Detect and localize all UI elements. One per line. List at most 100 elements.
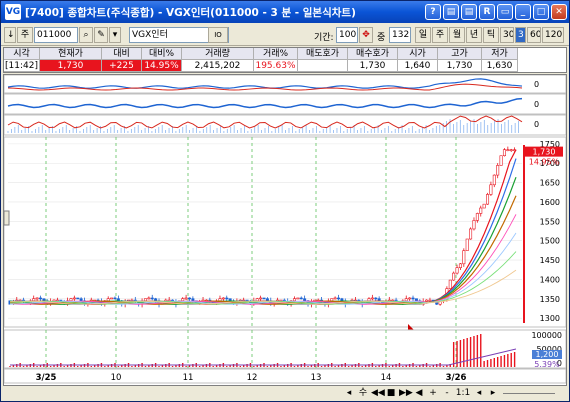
down-arrow-button[interactable]: ↓ xyxy=(4,27,16,43)
quote-value-current-price: 1,730 xyxy=(40,60,102,72)
quote-header-open: 시가 xyxy=(398,48,438,60)
search-icon[interactable]: ⌕ xyxy=(79,27,93,43)
candle-body xyxy=(69,298,73,302)
memo-icon[interactable]: ✎ xyxy=(94,27,108,43)
candle-body xyxy=(486,194,490,205)
period-input[interactable]: 1001 xyxy=(336,27,358,43)
number-toggle-button[interactable]: 수 xyxy=(357,388,369,399)
quote-value-bid: 1,730 xyxy=(348,60,398,72)
y-tick-label: 1650 xyxy=(540,179,560,188)
count-input[interactable]: 132 xyxy=(389,27,411,43)
candle-body xyxy=(458,263,462,268)
candle-body xyxy=(408,297,412,300)
title-bar: VG [7400] 종합차트(주식종합) - VGX인터(011000 - 3 … xyxy=(1,1,569,23)
y-tick-label: 1300 xyxy=(540,314,560,323)
quote-table: 시각 [11:42] 현재가 1,730 대비 +225 대비% 14.95% 거래량 2,415… xyxy=(3,47,567,73)
scroll-right-small[interactable]: ▸ xyxy=(487,388,499,399)
rewind-button[interactable]: ◀◀ xyxy=(371,388,385,399)
zoom-slider[interactable] xyxy=(503,393,555,394)
fast-forward-button[interactable]: ▶▶ xyxy=(399,388,413,399)
interval-year[interactable]: 년 xyxy=(466,27,482,43)
candle-body xyxy=(143,298,147,302)
stock-code-input[interactable]: 011000 xyxy=(34,27,78,43)
y-tick-label: 1400 xyxy=(540,275,560,284)
quote-value-ask xyxy=(298,60,348,72)
quote-header-high: 고가 xyxy=(438,48,482,60)
candle-body xyxy=(455,267,459,274)
quote-header-time: 시각 xyxy=(4,48,40,60)
candle-body xyxy=(333,297,337,300)
candle-body xyxy=(259,297,263,300)
candle-body xyxy=(367,298,371,302)
y-tick-label: 1500 xyxy=(540,237,560,246)
toolbar: ↓ 주 011000 ⌕ ✎ ▾ VGX인터 IO 기간: 1001 ✥ 중 1… xyxy=(1,24,569,46)
refresh-button[interactable]: R xyxy=(479,4,495,20)
candle-body xyxy=(428,299,432,302)
indicator-zero-label: 0 xyxy=(534,120,539,129)
maximize-button[interactable]: □ xyxy=(533,4,549,20)
candle-type-icon[interactable]: ✥ xyxy=(359,27,373,43)
interval-day[interactable]: 일 xyxy=(415,27,431,43)
dropdown-icon[interactable]: ▾ xyxy=(109,27,121,43)
quote-header-low: 저가 xyxy=(482,48,518,60)
candle-body xyxy=(187,297,191,300)
y-tick-label: 1550 xyxy=(540,217,560,226)
zoom-in-button[interactable]: + xyxy=(427,388,439,399)
interval-tick[interactable]: 틱 xyxy=(483,27,499,43)
minimize-button[interactable]: _ xyxy=(515,4,531,20)
chart-controls: ◂ 수 ◀◀ ■ ▶▶ ◀ + -1:1 ◂ ▸ xyxy=(3,386,567,401)
candlestick-chart[interactable]: 0001750170016501600155015001450140013501… xyxy=(3,74,567,385)
interval-3[interactable]: 3 xyxy=(515,27,526,43)
interval-week[interactable]: 주 xyxy=(432,27,448,43)
x-tick-label: 12 xyxy=(247,373,258,383)
candle-body xyxy=(502,149,506,157)
indicator-panel-1 xyxy=(3,74,567,94)
chart-area[interactable]: 0 0 0 1750 1700 1650 1600 1550 1500 1450 1400 1350 1… xyxy=(3,74,567,386)
interval-60[interactable]: 60 xyxy=(527,27,541,43)
candle-body xyxy=(462,250,466,265)
scroll-left-button[interactable]: ◂ xyxy=(343,388,355,399)
candle-body xyxy=(489,184,493,195)
candle-body xyxy=(76,297,80,300)
x-axis xyxy=(3,368,567,384)
candle-body xyxy=(191,298,195,302)
candle-body xyxy=(292,298,296,302)
stop-button[interactable]: ■ xyxy=(385,388,397,399)
indicator-zero-label: 0 xyxy=(534,100,539,109)
restore-button[interactable]: ▭ xyxy=(497,4,513,20)
candle-body xyxy=(225,297,229,300)
candle-body xyxy=(154,298,158,302)
candle-body xyxy=(337,297,341,300)
help-button[interactable]: ? xyxy=(425,4,441,20)
io-button[interactable]: IO xyxy=(208,27,228,43)
volume-pct-label: 5.39% xyxy=(534,360,560,369)
current-price-label: 1,730 xyxy=(533,148,556,157)
interval-30[interactable]: 30 xyxy=(500,27,514,43)
candle-body xyxy=(79,298,83,302)
quote-header-change: 대비 xyxy=(102,48,142,60)
config-button[interactable]: ▤ xyxy=(461,4,477,20)
candle-body xyxy=(218,298,222,302)
candle-body xyxy=(340,298,344,302)
scroll-left-small[interactable]: ◂ xyxy=(473,388,485,399)
candle-body xyxy=(181,298,185,302)
candle-body xyxy=(35,297,39,300)
reset-zoom-button[interactable]: 1:1 xyxy=(455,388,471,399)
interval-month[interactable]: 월 xyxy=(449,27,465,43)
layout-button[interactable]: ▤ xyxy=(443,4,459,20)
candle-body xyxy=(452,272,456,281)
back-button[interactable]: ◀ xyxy=(413,388,425,399)
quote-header-change-pct: 대비% xyxy=(142,48,182,60)
quote-value-open: 1,640 xyxy=(398,60,438,72)
close-button[interactable]: ✕ xyxy=(551,4,567,20)
candle-body xyxy=(32,298,36,302)
zoom-out-button[interactable]: - xyxy=(441,388,453,399)
volume-tick-label: 100000 xyxy=(531,331,562,340)
candle-body xyxy=(411,297,415,300)
quote-value-volume-pct: 195.63% xyxy=(254,60,298,72)
quote-value-time: [11:42] xyxy=(4,60,40,72)
candle-body xyxy=(479,207,483,214)
market-select[interactable]: 주 xyxy=(17,27,33,43)
interval-120[interactable]: 120 xyxy=(542,27,564,43)
candle-body xyxy=(255,298,259,302)
